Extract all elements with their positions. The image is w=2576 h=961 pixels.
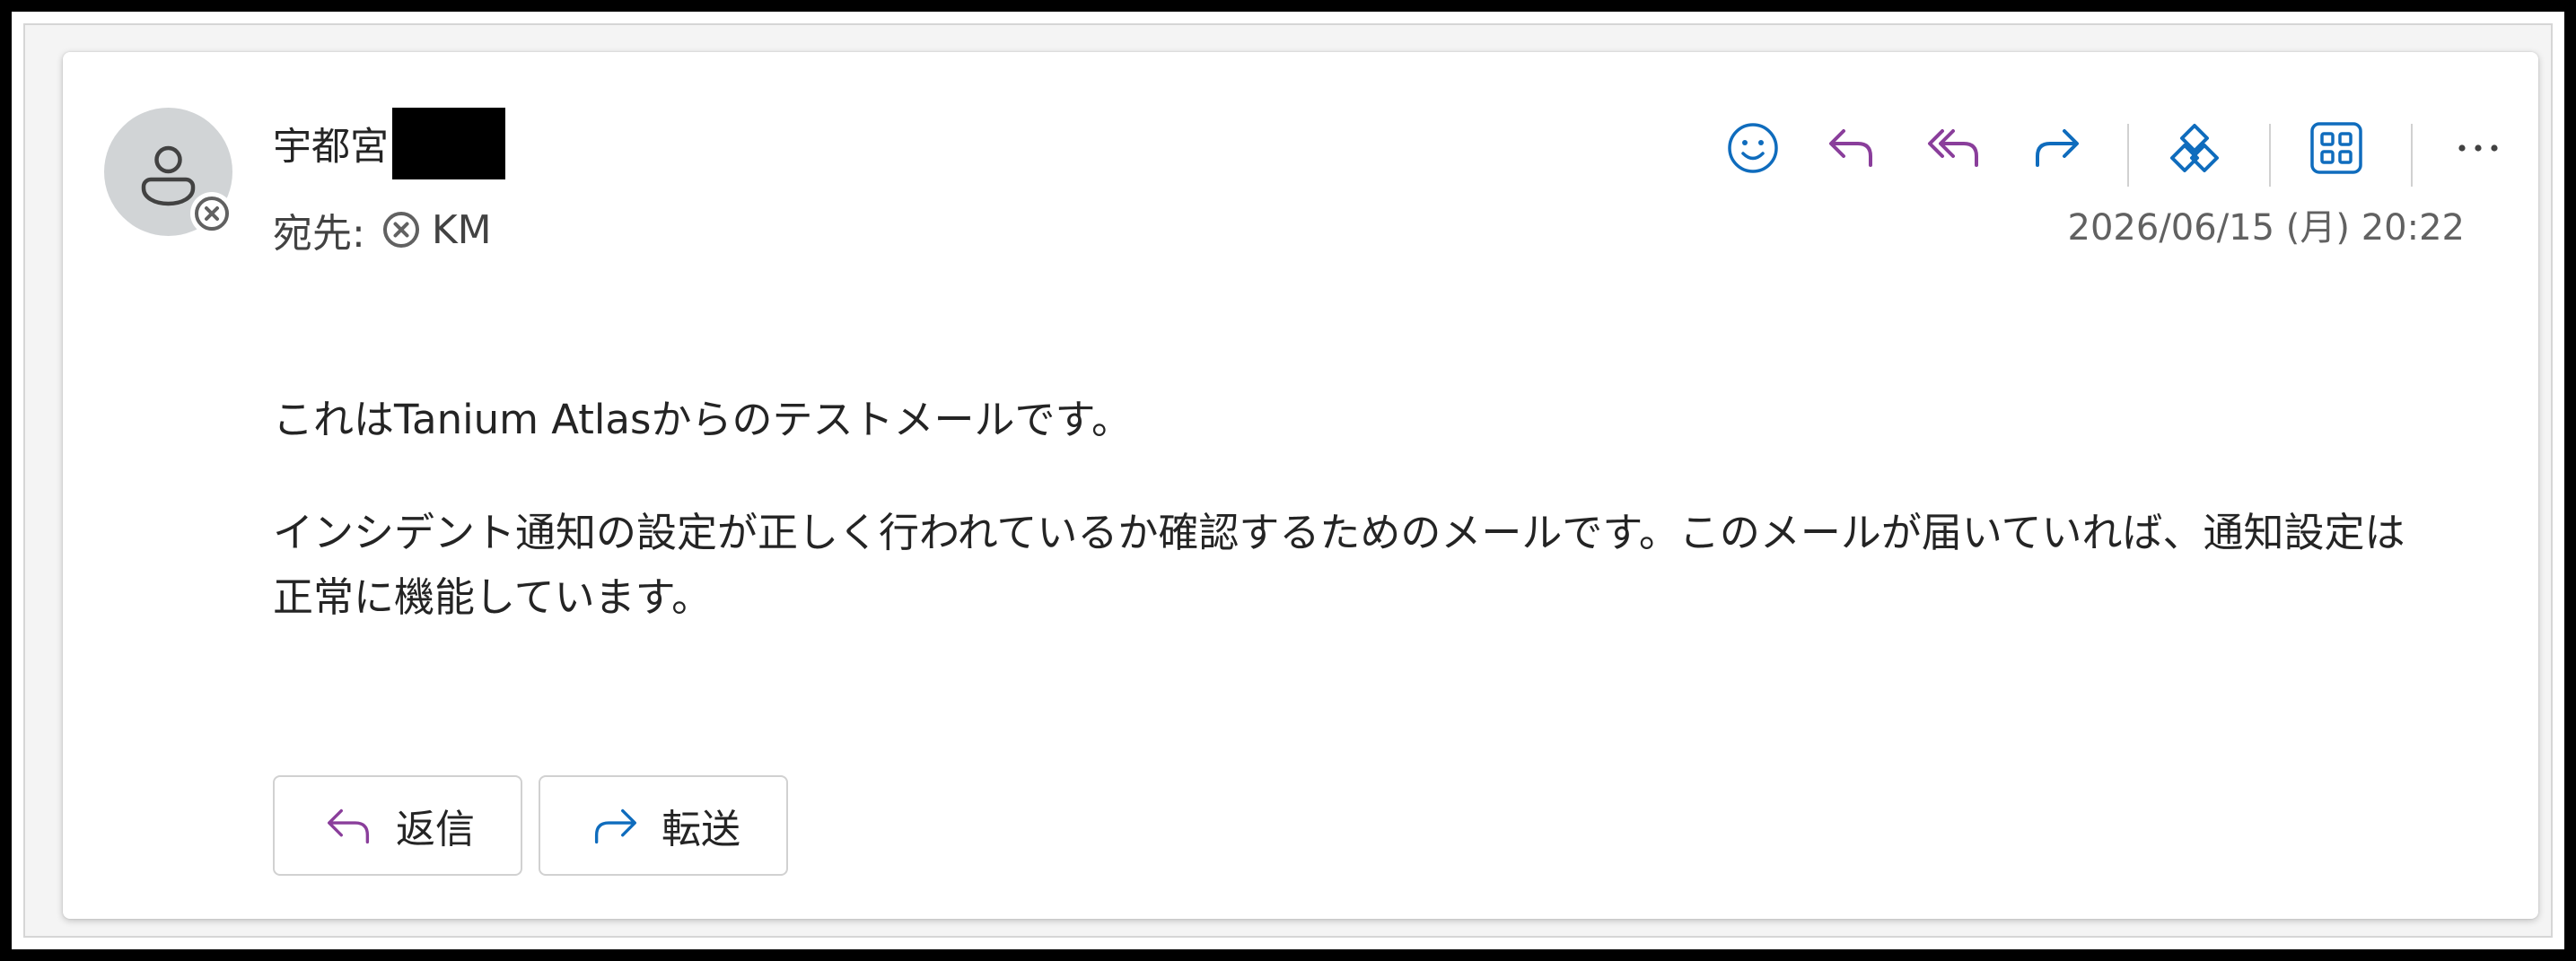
window-frame: 宇都宮 宛先: KM 2026/06/15 (月) 20:22 これはTaniu… (0, 0, 2576, 961)
body-paragraph-1: これはTanium Atlasからのテストメールです。 (273, 396, 1132, 443)
body-paragraph-2: インシデント通知の設定が正しく行われているか確認するためのメールです。このメール… (273, 509, 2405, 621)
forward-button[interactable]: 転送 (539, 775, 788, 876)
recipient-line: 宛先: KM (273, 201, 492, 258)
to-label: 宛先: (273, 211, 365, 257)
reply-icon (1829, 129, 1872, 167)
sender-name-text: 宇都宮 (273, 125, 389, 170)
message-toolbar (1713, 99, 2538, 197)
reply-icon (328, 808, 370, 844)
emoji-reaction-icon (1728, 123, 1778, 173)
reaction-button[interactable] (1713, 99, 1793, 197)
reply-button[interactable]: 返信 (273, 775, 522, 876)
email-message-card: 宇都宮 宛先: KM 2026/06/15 (月) 20:22 これはTaniu… (63, 52, 2538, 919)
recipient-name[interactable]: KM (432, 207, 492, 253)
reply-all-icon (1928, 129, 1978, 167)
copilot-icon (2170, 124, 2219, 172)
more-options-icon (2458, 144, 2498, 152)
forward-icon (2036, 129, 2079, 167)
forward-icon (594, 808, 636, 844)
apps-icon (2310, 122, 2362, 174)
toolbar-divider (2127, 124, 2129, 187)
toolbar-divider (2269, 124, 2271, 187)
redaction-block (392, 108, 505, 179)
forward-button-label: 転送 (662, 807, 740, 852)
sender-name[interactable]: 宇都宮 (273, 108, 505, 179)
reply-button-label: 返信 (396, 807, 475, 852)
copilot-button[interactable] (2154, 99, 2235, 197)
presence-status-badge (190, 192, 233, 235)
reply-all-toolbar-button[interactable] (1914, 99, 1994, 197)
recipient-offline-icon (382, 212, 419, 248)
offline-status-icon (195, 197, 229, 231)
forward-toolbar-button[interactable] (2016, 99, 2097, 197)
message-body: これはTanium Atlasからのテストメールです。 インシデント通知の設定が… (273, 388, 2445, 630)
message-datetime: 2026/06/15 (月) 20:22 (2067, 207, 2465, 249)
toolbar-divider (2411, 124, 2413, 187)
reading-pane: 宇都宮 宛先: KM 2026/06/15 (月) 20:22 これはTaniu… (23, 23, 2553, 938)
more-options-button[interactable] (2438, 99, 2519, 197)
apps-button[interactable] (2296, 99, 2377, 197)
reply-toolbar-button[interactable] (1811, 99, 1892, 197)
